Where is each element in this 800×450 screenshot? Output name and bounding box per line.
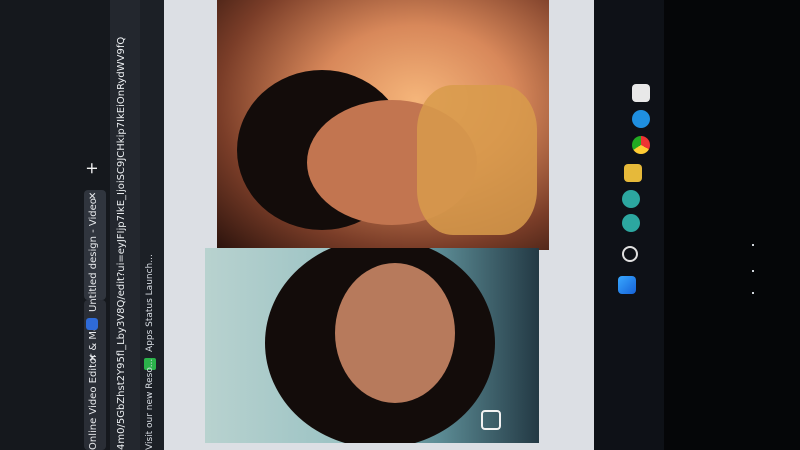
close-icon[interactable]: ✕ (88, 192, 99, 200)
chrome-icon[interactable] (632, 136, 650, 154)
image-search-icon[interactable] (481, 410, 501, 430)
tab-label: Online Video Editor & Ma (88, 324, 99, 450)
new-tab-button[interactable]: + (82, 162, 101, 175)
edge-icon[interactable] (632, 110, 650, 128)
bezel-dot (752, 244, 754, 246)
bookmark-item[interactable]: Apps Status Launch... (145, 254, 155, 352)
search-icon[interactable] (622, 246, 638, 262)
photo-sequin-dress (417, 85, 537, 235)
chat-icon-2[interactable] (622, 214, 640, 232)
bookmark-item[interactable]: Visit our new Reso... (145, 359, 155, 450)
monitor-bezel (664, 0, 800, 450)
canva-tab-icon (86, 318, 98, 330)
close-icon[interactable]: ✕ (88, 354, 99, 362)
file-explorer-icon[interactable] (624, 164, 642, 182)
bezel-dot (752, 270, 754, 272)
canvas-photo-top[interactable] (217, 0, 549, 250)
address-bar-url[interactable]: 4m0/5GbZhst2Y95fl_Lby3V8Q/edit?ui=eyJFIj… (116, 37, 127, 450)
bezel-dot (752, 292, 754, 294)
chat-icon[interactable] (622, 190, 640, 208)
photo-face (335, 263, 455, 403)
tab-label: Untitled design - Video (88, 198, 99, 312)
windows-start-icon[interactable] (618, 276, 636, 294)
recycle-bin-icon[interactable] (632, 84, 650, 102)
canvas-photo-bottom[interactable] (205, 248, 539, 443)
